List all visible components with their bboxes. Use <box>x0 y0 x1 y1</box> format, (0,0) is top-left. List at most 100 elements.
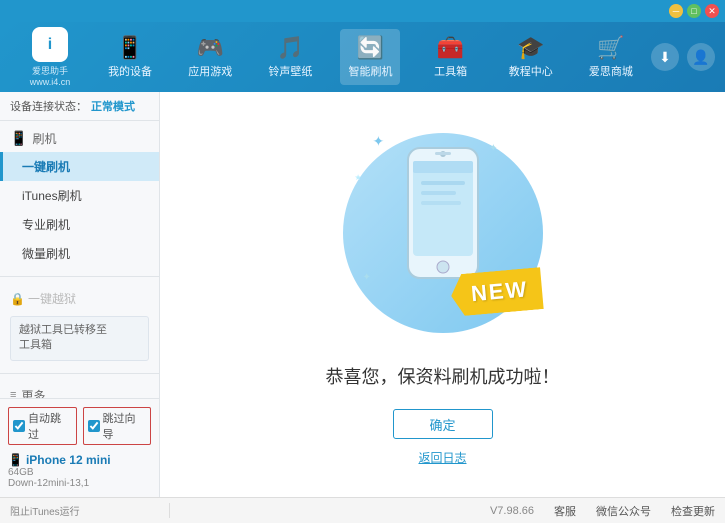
apps-games-icon: 🎮 <box>197 35 224 61</box>
new-badge-text: NEW <box>470 276 529 306</box>
main-row: 设备连接状态： 正常模式 📱 刷机 一键刷机 iTunes刷机 <box>0 92 725 497</box>
close-button[interactable]: ✕ <box>705 4 719 18</box>
confirm-button[interactable]: 确定 <box>393 409 493 439</box>
new-badge: NEW <box>450 267 545 317</box>
toolbox-label: 工具箱 <box>434 63 467 79</box>
minimize-button[interactable]: － <box>669 4 683 18</box>
sidebar: 设备连接状态： 正常模式 📱 刷机 一键刷机 iTunes刷机 <box>0 92 160 497</box>
bottom-sidebar-area: 阻止iTunes运行 <box>10 503 170 518</box>
shop-label: 爱思商城 <box>589 63 633 79</box>
smart-flash-icon: 🔄 <box>357 35 384 61</box>
sparkle-3: ✦ <box>363 272 371 283</box>
more-section-label: 更多 <box>21 387 45 398</box>
content-area: ✦ ✦ ✦ ★ <box>160 92 725 497</box>
tutorials-icon: 🎓 <box>517 35 544 61</box>
maximize-button[interactable]: □ <box>687 4 701 18</box>
jailbreak-section: 🔒 一键越狱 越狱工具已转移至工具箱 <box>0 281 159 369</box>
flash-section-label: 刷机 <box>32 130 56 147</box>
version-text: V7.98.66 <box>490 505 534 517</box>
device-storage: 64GB <box>8 467 151 478</box>
one-click-flash-label: 一键刷机 <box>22 160 70 174</box>
return-link[interactable]: 返回日志 <box>418 449 466 466</box>
nav-smart-flash[interactable]: 🔄 智能刷机 <box>340 29 400 85</box>
sidebar-top: 设备连接状态： 正常模式 📱 刷机 一键刷机 iTunes刷机 <box>0 92 159 398</box>
nav-apps-games[interactable]: 🎮 应用游戏 <box>180 29 240 85</box>
customer-service-link[interactable]: 客服 <box>554 503 576 519</box>
shop-icon: 🛒 <box>597 35 624 61</box>
auto-skip-input[interactable] <box>13 420 25 432</box>
confirm-label: 确定 <box>429 415 455 434</box>
logo-url: www.i4.cn <box>30 77 71 87</box>
logo-letter: i <box>48 36 52 54</box>
success-text: 恭喜您，保资料刷机成功啦！ <box>326 363 560 389</box>
sparkle-2: ✦ <box>489 143 497 154</box>
title-bar: － □ ✕ <box>0 0 725 22</box>
logo-name: 爱思助手 <box>32 64 68 77</box>
sparkle-1: ✦ <box>373 133 385 150</box>
toolbox-icon: 🧰 <box>437 35 464 61</box>
download-button[interactable]: ⬇ <box>651 43 679 71</box>
main-wrapper: 设备连接状态： 正常模式 📱 刷机 一键刷机 iTunes刷机 <box>0 92 725 523</box>
flash-section: 📱 刷机 一键刷机 iTunes刷机 专业刷机 微量刷机 <box>0 121 159 272</box>
smart-flash-label: 智能刷机 <box>348 63 392 79</box>
divider-2 <box>0 373 159 374</box>
device-icon: 📱 <box>8 453 23 467</box>
more-section: ≡ 更多 其他工具 下载固件 高级功能 <box>0 378 159 398</box>
sidebar-item-one-click-flash[interactable]: 一键刷机 <box>0 152 159 181</box>
tutorials-label: 教程中心 <box>509 63 553 79</box>
stop-itunes-button[interactable]: 阻止iTunes运行 <box>10 503 80 518</box>
logo-icon: i <box>32 27 68 62</box>
nav-tutorials[interactable]: 🎓 教程中心 <box>501 29 561 85</box>
itunes-flash-label: iTunes刷机 <box>22 189 82 203</box>
apps-games-label: 应用游戏 <box>188 63 232 79</box>
header-right: ⬇ 👤 <box>651 43 715 71</box>
lock-icon: 🔒 <box>10 292 25 306</box>
more-section-header[interactable]: ≡ 更多 <box>0 382 159 398</box>
bottom-bar: 阻止iTunes运行 V7.98.66 客服 微信公众号 检查更新 <box>0 497 725 523</box>
user-button[interactable]: 👤 <box>687 43 715 71</box>
device-name: 📱 iPhone 12 mini <box>8 453 151 467</box>
sidebar-item-itunes-flash[interactable]: iTunes刷机 <box>0 181 159 210</box>
jailbreak-header: 🔒 一键越狱 <box>0 285 159 312</box>
jailbreak-notice-text: 越狱工具已转移至工具箱 <box>19 324 107 351</box>
my-device-icon: 📱 <box>116 35 143 61</box>
sidebar-item-pro-flash[interactable]: 专业刷机 <box>0 210 159 239</box>
nav-shop[interactable]: 🛒 爱思商城 <box>581 29 641 85</box>
header: i 爱思助手 www.i4.cn 📱 我的设备 🎮 应用游戏 🎵 铃声壁纸 🔄 … <box>0 22 725 92</box>
status-value: 正常模式 <box>91 98 135 114</box>
auto-skip-checkbox[interactable]: 自动跳过 <box>8 407 77 445</box>
phone-svg <box>403 143 483 286</box>
status-label: 设备连接状态： <box>10 98 87 114</box>
skip-wizard-input[interactable] <box>88 420 100 432</box>
more-icon: ≡ <box>10 389 16 398</box>
sparkle-4: ★ <box>355 173 362 182</box>
flash-section-header[interactable]: 📱 刷机 <box>0 125 159 152</box>
jailbreak-notice: 越狱工具已转移至工具箱 <box>10 316 149 361</box>
checkboxes-row: 自动跳过 跳过向导 <box>8 407 151 445</box>
nav-ringtones[interactable]: 🎵 铃声壁纸 <box>260 29 320 85</box>
device-model: Down-12mini-13,1 <box>8 478 151 489</box>
logo[interactable]: i 爱思助手 www.i4.cn <box>10 27 90 87</box>
nav-toolbox[interactable]: 🧰 工具箱 <box>421 29 481 85</box>
flash-section-icon: 📱 <box>10 130 27 147</box>
skip-wizard-label: 跳过向导 <box>103 410 147 442</box>
ringtones-label: 铃声壁纸 <box>268 63 312 79</box>
device-name-text: iPhone 12 mini <box>26 453 111 467</box>
bottom-right-area: V7.98.66 客服 微信公众号 检查更新 <box>170 503 715 519</box>
save-flash-label: 微量刷机 <box>22 247 70 261</box>
phone-illustration: ✦ ✦ ✦ ★ <box>343 123 543 343</box>
jailbreak-label: 一键越狱 <box>28 290 76 307</box>
my-device-label: 我的设备 <box>108 63 152 79</box>
check-update-link[interactable]: 检查更新 <box>671 503 715 519</box>
divider-1 <box>0 276 159 277</box>
nav-my-device[interactable]: 📱 我的设备 <box>100 29 160 85</box>
pro-flash-label: 专业刷机 <box>22 218 70 232</box>
sidebar-bottom: 自动跳过 跳过向导 📱 iPhone 12 mini 64GB Down-12m… <box>0 398 159 497</box>
auto-skip-label: 自动跳过 <box>28 410 72 442</box>
status-bar: 设备连接状态： 正常模式 <box>0 92 159 121</box>
nav-bar: 📱 我的设备 🎮 应用游戏 🎵 铃声壁纸 🔄 智能刷机 🧰 工具箱 🎓 教程中心… <box>90 29 651 85</box>
skip-wizard-checkbox[interactable]: 跳过向导 <box>83 407 152 445</box>
wechat-link[interactable]: 微信公众号 <box>596 503 651 519</box>
sidebar-item-save-flash[interactable]: 微量刷机 <box>0 239 159 268</box>
ringtones-icon: 🎵 <box>277 35 304 61</box>
